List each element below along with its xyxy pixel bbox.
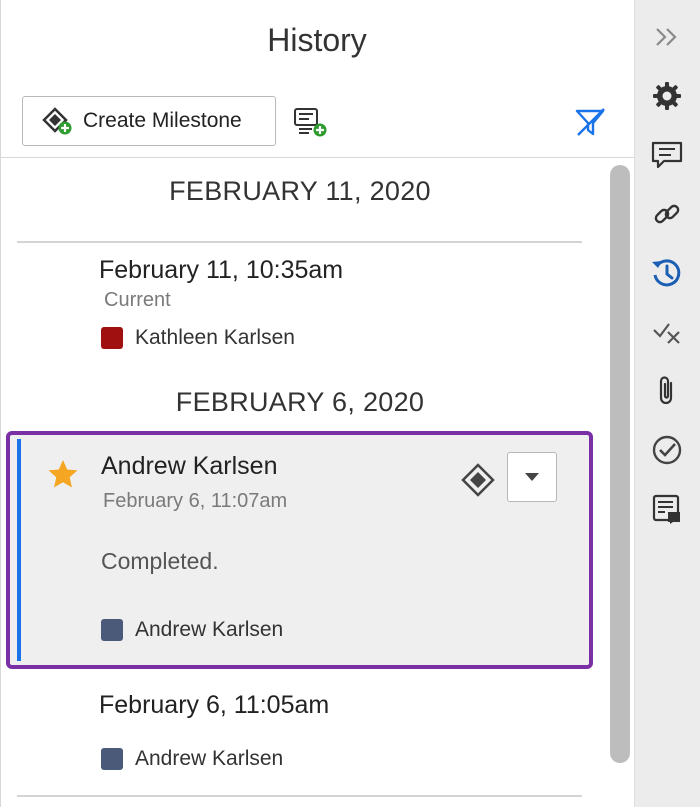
add-version-button[interactable] <box>290 104 332 140</box>
author-name: Andrew Karlsen <box>135 747 284 770</box>
checkmark-circle-icon[interactable] <box>648 431 686 469</box>
version-actions-dropdown[interactable] <box>507 452 557 502</box>
comment-icon[interactable] <box>648 136 686 174</box>
milestone-add-icon <box>42 107 72 135</box>
paperclip-icon[interactable] <box>648 372 686 410</box>
date-header: FEBRUARY 6, 2020 <box>175 387 425 417</box>
author-name: Andrew Karlsen <box>135 618 284 641</box>
version-author: Andrew Karlsen <box>101 747 283 771</box>
version-title: Andrew Karlsen <box>101 452 278 480</box>
check-x-icon[interactable] <box>648 313 686 351</box>
selection-accent-bar <box>17 439 21 661</box>
author-color-swatch <box>101 748 123 770</box>
collapse-icon[interactable] <box>648 18 686 56</box>
toolbar-divider <box>0 157 634 158</box>
form-icon[interactable] <box>648 490 686 528</box>
selected-version-card[interactable] <box>6 431 593 669</box>
author-color-swatch <box>101 327 123 349</box>
author-name: Kathleen Karlsen <box>135 326 295 349</box>
stack-add-icon <box>294 108 327 137</box>
caret-down-icon <box>525 473 539 481</box>
link-icon[interactable] <box>648 195 686 233</box>
version-author: Kathleen Karlsen <box>101 326 295 350</box>
history-icon[interactable] <box>648 254 686 292</box>
filter-button[interactable] <box>571 104 611 140</box>
create-milestone-label: Create Milestone <box>83 109 242 132</box>
version-time: February 6, 11:07am <box>103 490 288 512</box>
version-time[interactable]: February 6, 11:05am <box>99 691 329 720</box>
author-color-swatch <box>101 619 123 641</box>
date-divider <box>17 241 582 243</box>
milestone-icon <box>461 463 495 502</box>
gear-icon[interactable] <box>648 77 686 115</box>
version-time[interactable]: February 11, 10:35am <box>99 256 343 285</box>
star-icon[interactable] <box>46 458 80 495</box>
create-milestone-button[interactable]: Create Milestone <box>22 96 276 146</box>
scrollbar-thumb[interactable] <box>610 165 630 763</box>
version-comment: Completed. <box>101 548 219 574</box>
version-author: Andrew Karlsen <box>101 618 283 642</box>
page-title: History <box>267 22 367 58</box>
list-divider <box>17 795 582 797</box>
version-status: Current <box>104 289 171 311</box>
filter-icon <box>575 108 605 136</box>
date-header: FEBRUARY 11, 2020 <box>169 176 431 206</box>
